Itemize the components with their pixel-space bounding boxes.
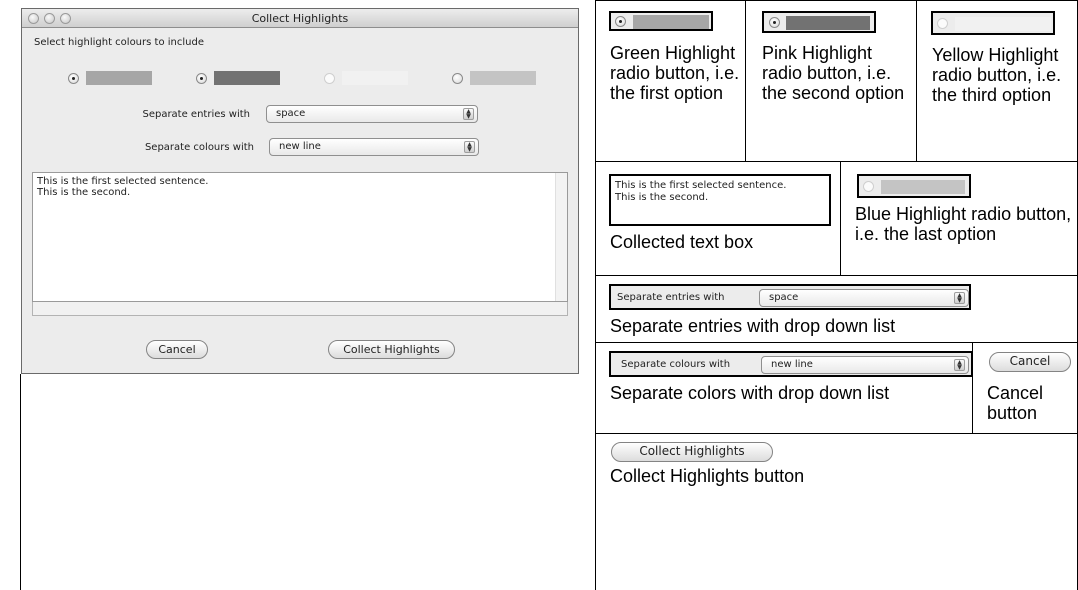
- separate-colours-select[interactable]: new line ▲ ▼: [269, 138, 479, 156]
- crop-colours-value: new line: [771, 359, 813, 370]
- annotation-pink-radio: Pink Highlight radio button, i.e. the se…: [762, 43, 905, 103]
- collect-highlights-button-image: Collect Highlights: [611, 442, 773, 462]
- collect-button-crop: Collect Highlights: [609, 440, 779, 466]
- crop-text-line: This is the first selected sentence.: [615, 180, 787, 191]
- left-column-border: [20, 374, 21, 590]
- radio-selected-dot-icon: [200, 77, 203, 80]
- cell-green-radio: Green Highlight radio button, i.e. the f…: [595, 0, 746, 162]
- crop-colours-select: new line ▲ ▼: [761, 356, 969, 374]
- annotation-cancel-button: Cancel button: [987, 383, 1044, 423]
- radio-selected-dot-icon: [72, 77, 75, 80]
- pink-radio-crop: [762, 11, 876, 33]
- separate-entries-label: Separate entries with: [142, 109, 250, 120]
- annotation-colours-list: Separate colors with drop down list: [610, 383, 890, 403]
- annotation-yellow-radio: Yellow Highlight radio button, i.e. the …: [932, 45, 1062, 105]
- yellow-highlight-swatch: [342, 71, 408, 85]
- entries-list-crop: Separate entries with space ▲ ▼: [609, 284, 971, 310]
- annotation-green-radio: Green Highlight radio button, i.e. the f…: [610, 43, 740, 103]
- cell-blue-radio: Blue Highlight radio button, i.e. the la…: [840, 161, 1078, 276]
- cell-collect-button: Collect Highlights Collect Highlights bu…: [595, 433, 1078, 590]
- radio-selected-dot-icon: [619, 20, 622, 23]
- cancel-button-crop: Cancel: [987, 351, 1075, 375]
- cell-cancel-button: Cancel Cancel button: [972, 342, 1078, 434]
- title-bar: Collect Highlights: [22, 9, 578, 28]
- window-title: Collect Highlights: [251, 12, 349, 25]
- annotation-collect-button: Collect Highlights button: [610, 466, 805, 486]
- pink-highlight-radio[interactable]: [196, 73, 207, 84]
- select-arrows-icon: ▲ ▼: [463, 108, 474, 120]
- annotation-entries-list: Separate entries with drop down list: [610, 316, 896, 336]
- blue-highlight-radio-image: [863, 181, 874, 192]
- collected-text-box[interactable]: This is the first selected sentence. Thi…: [32, 172, 568, 302]
- crop-text-line: This is the second.: [615, 192, 709, 203]
- pink-highlight-radio-image: [769, 17, 780, 28]
- colours-list-crop: Separate colours with new line ▲ ▼: [609, 351, 973, 377]
- green-highlight-swatch: [86, 71, 152, 85]
- separate-colours-value: new line: [279, 141, 321, 152]
- select-arrows-icon: ▲ ▼: [954, 359, 965, 371]
- green-swatch-image: [633, 15, 709, 29]
- green-highlight-radio[interactable]: [68, 73, 79, 84]
- yellow-highlight-radio-image: [937, 18, 948, 29]
- text-line: This is the second.: [37, 187, 131, 198]
- yellow-radio-crop: [931, 11, 1055, 35]
- crop-entries-label: Separate entries with: [617, 292, 725, 303]
- separate-entries-select[interactable]: space ▲ ▼: [266, 105, 478, 123]
- vertical-scrollbar[interactable]: [555, 173, 567, 301]
- separate-colours-label: Separate colours with: [144, 142, 254, 153]
- pink-highlight-swatch: [214, 71, 280, 85]
- crop-entries-select: space ▲ ▼: [759, 289, 969, 307]
- highlight-colours-prompt: Select highlight colours to include: [34, 37, 204, 48]
- cell-yellow-radio: Yellow Highlight radio button, i.e. the …: [916, 0, 1078, 162]
- blue-swatch-image: [881, 180, 965, 194]
- crop-entries-value: space: [769, 292, 799, 303]
- cell-colours-list: Separate colours with new line ▲ ▼ Separa…: [595, 342, 973, 434]
- pink-swatch-image: [786, 16, 870, 30]
- blue-highlight-swatch: [470, 71, 536, 85]
- select-arrows-icon: ▲ ▼: [464, 141, 475, 153]
- green-highlight-radio-image: [615, 16, 626, 27]
- yellow-swatch-image: [955, 17, 1051, 31]
- cancel-button[interactable]: Cancel: [146, 340, 208, 359]
- separate-entries-value: space: [276, 108, 306, 119]
- annotation-text-box: Collected text box: [610, 232, 754, 252]
- collect-highlights-window: Collect Highlights Select highlight colo…: [21, 8, 579, 374]
- cell-pink-radio: Pink Highlight radio button, i.e. the se…: [745, 0, 917, 162]
- radio-selected-dot-icon: [773, 21, 776, 24]
- green-radio-crop: [609, 11, 713, 31]
- crop-colours-label: Separate colours with: [621, 359, 731, 370]
- cell-text-box: This is the first selected sentence. Thi…: [595, 161, 841, 276]
- blue-radio-crop: [857, 174, 971, 198]
- collect-highlights-button[interactable]: Collect Highlights: [328, 340, 455, 359]
- select-arrows-icon: ▲ ▼: [954, 292, 965, 304]
- text-line: This is the first selected sentence.: [37, 176, 209, 187]
- blue-highlight-radio[interactable]: [452, 73, 463, 84]
- horizontal-scrollbar[interactable]: [32, 302, 568, 316]
- yellow-highlight-radio[interactable]: [324, 73, 335, 84]
- annotation-blue-radio: Blue Highlight radio button, i.e. the la…: [855, 204, 1072, 244]
- text-box-crop: This is the first selected sentence. Thi…: [609, 174, 831, 226]
- cell-entries-list: Separate entries with space ▲ ▼ Separate …: [595, 275, 1078, 343]
- cancel-button-image: Cancel: [989, 352, 1071, 372]
